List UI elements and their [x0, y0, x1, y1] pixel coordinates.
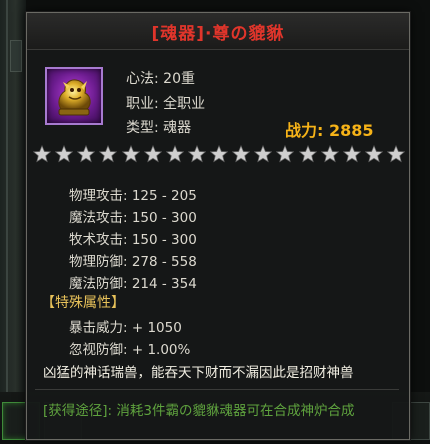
acquisition-source: [获得途径]: 消耗3件霸の貔貅魂器可在合成神炉合成: [43, 403, 355, 419]
side-rail: [6, 0, 8, 444]
special-ignore-defense: 忽视防御: + 1.00%: [69, 342, 191, 358]
stat-magic-defense: 魔法防御: 214 - 354: [69, 276, 197, 292]
stat-physical-defense: 物理防御: 278 - 558: [69, 254, 197, 270]
item-description: 凶猛的神话瑞兽，能吞天下财而不漏因此是招财神兽: [43, 365, 354, 381]
stat-taoist-attack: 牧术攻击: 150 - 300: [69, 232, 197, 248]
divider: [35, 389, 399, 390]
star-icon: [143, 145, 162, 163]
star-icon: [387, 145, 405, 163]
info-xinfa: 心法: 20重: [126, 71, 195, 87]
star-icon: [232, 145, 251, 163]
star-icon: [77, 145, 96, 163]
item-title: [魂器]·尊の貔貅: [151, 23, 285, 44]
star-icon: [187, 145, 206, 163]
star-rating: [33, 145, 405, 163]
star-icon: [121, 145, 140, 163]
stat-magic-attack: 魔法攻击: 150 - 300: [69, 210, 197, 226]
star-icon: [364, 145, 383, 163]
combat-power: 战力: 2885: [285, 121, 374, 140]
star-icon: [33, 145, 51, 163]
background-side-panel: [0, 0, 26, 444]
star-icon: [99, 145, 118, 163]
side-handle: [10, 40, 22, 72]
info-profession: 职业: 全职业: [126, 96, 206, 112]
star-icon: [298, 145, 317, 163]
golden-beast-icon: [58, 79, 91, 116]
special-attributes-header: 【特殊属性】: [41, 295, 125, 311]
item-tooltip: [魂器]·尊の貔貅 心法: 20重 职业: 全职业 类型: 魂器 战力: 288…: [26, 12, 410, 440]
stat-physical-attack: 物理攻击: 125 - 205: [69, 188, 197, 204]
pixiu-item-icon: [45, 67, 103, 125]
star-icon: [342, 145, 361, 163]
star-icon: [276, 145, 295, 163]
star-icon: [165, 145, 184, 163]
star-icon: [320, 145, 339, 163]
tooltip-title-bar: [魂器]·尊の貔貅: [27, 13, 409, 50]
star-icon: [254, 145, 273, 163]
special-crit-power: 暴击威力: + 1050: [69, 320, 182, 336]
info-type: 类型: 魂器: [126, 120, 192, 136]
star-icon: [210, 145, 228, 163]
star-icon: [55, 145, 74, 163]
